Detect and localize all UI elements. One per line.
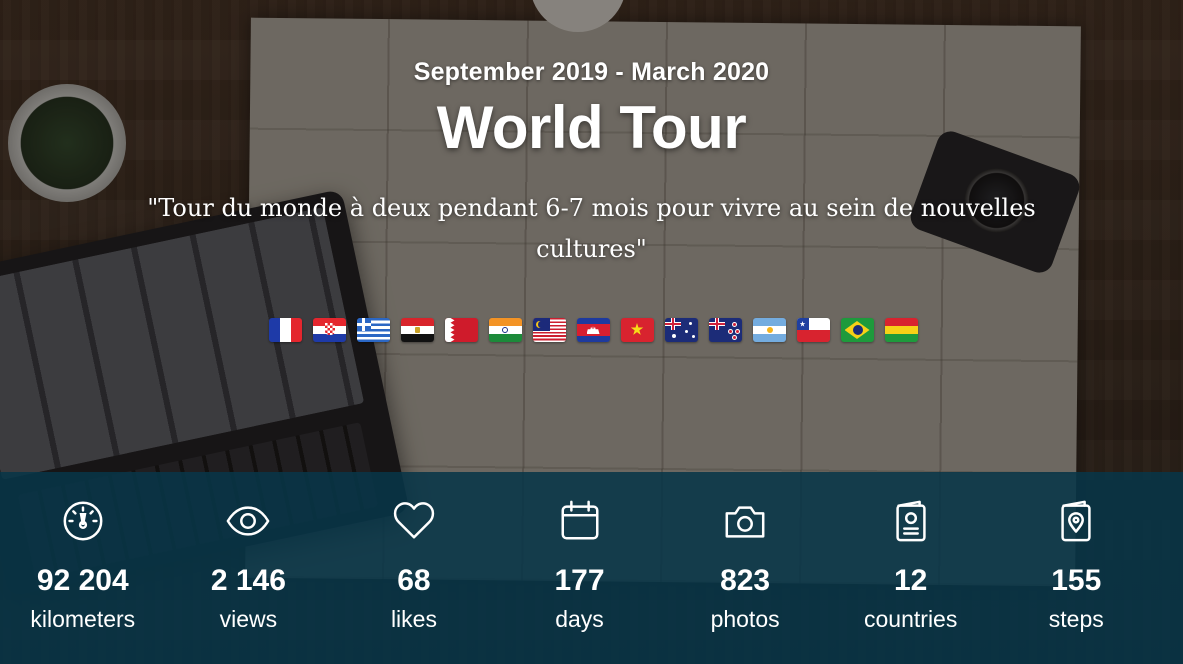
stat-value: 155 bbox=[1051, 564, 1102, 597]
stat-countries: 12 countries bbox=[828, 472, 994, 664]
speedometer-icon bbox=[63, 501, 103, 541]
stat-label: kilometers bbox=[30, 606, 136, 632]
cambodia-flag-icon[interactable] bbox=[576, 318, 610, 342]
stat-value: 12 bbox=[893, 564, 928, 597]
trip-title: World Tour bbox=[436, 94, 747, 161]
stat-value: 2 146 bbox=[210, 564, 286, 597]
chile-flag-icon[interactable] bbox=[796, 318, 830, 342]
stat-label: photos bbox=[710, 606, 780, 632]
brazil-flag-icon[interactable] bbox=[840, 318, 874, 342]
trip-quote: "Tour du monde à deux pendant 6-7 mois p… bbox=[147, 194, 1036, 263]
australia-flag-icon[interactable] bbox=[664, 318, 698, 342]
stat-label: steps bbox=[1048, 606, 1104, 632]
stat-kilometers: 92 204 kilometers bbox=[0, 472, 166, 664]
trip-hero: September 2019 - March 2020 World Tour "… bbox=[0, 0, 1183, 664]
stat-value: 68 bbox=[397, 564, 431, 597]
stat-days: 177 days bbox=[497, 472, 663, 664]
india-flag-icon[interactable] bbox=[488, 318, 522, 342]
egypt-flag-icon[interactable] bbox=[400, 318, 434, 342]
malaysia-flag-icon[interactable] bbox=[532, 318, 566, 342]
bolivia-flag-icon[interactable] bbox=[884, 318, 918, 342]
france-flag-icon[interactable] bbox=[268, 318, 302, 342]
calendar-icon bbox=[561, 500, 599, 540]
eye-icon bbox=[226, 506, 270, 536]
map-pin-card-icon bbox=[1061, 500, 1091, 542]
heart-icon bbox=[393, 502, 435, 539]
new-zealand-flag-icon[interactable] bbox=[708, 318, 742, 342]
stat-views: 2 146 views bbox=[166, 472, 332, 664]
camera-icon bbox=[725, 506, 765, 538]
stat-steps: 155 steps bbox=[993, 472, 1159, 664]
stat-label: views bbox=[219, 606, 278, 632]
stat-photos: 823 photos bbox=[662, 472, 828, 664]
croatia-flag-icon[interactable] bbox=[312, 318, 346, 342]
trip-header: September 2019 - March 2020 World Tour "… bbox=[0, 58, 1183, 270]
vietnam-flag-icon[interactable] bbox=[620, 318, 654, 342]
passport-icon bbox=[896, 500, 926, 542]
argentina-flag-icon[interactable] bbox=[752, 318, 786, 342]
trip-stats-bar: 92 204 kilometers 2 146 views 68 likes 1… bbox=[0, 472, 1183, 664]
stat-value: 92 204 bbox=[36, 564, 129, 597]
stat-label: likes bbox=[390, 606, 437, 632]
greece-flag-icon[interactable] bbox=[356, 318, 390, 342]
country-flags bbox=[0, 318, 1183, 342]
bahrain-flag-icon[interactable] bbox=[444, 318, 478, 342]
stat-value: 177 bbox=[554, 564, 605, 597]
stat-label: days bbox=[555, 606, 604, 632]
stat-value: 823 bbox=[720, 564, 771, 597]
trip-dates: September 2019 - March 2020 bbox=[413, 58, 770, 86]
stat-label: countries bbox=[864, 606, 958, 632]
stat-likes: 68 likes bbox=[331, 472, 497, 664]
